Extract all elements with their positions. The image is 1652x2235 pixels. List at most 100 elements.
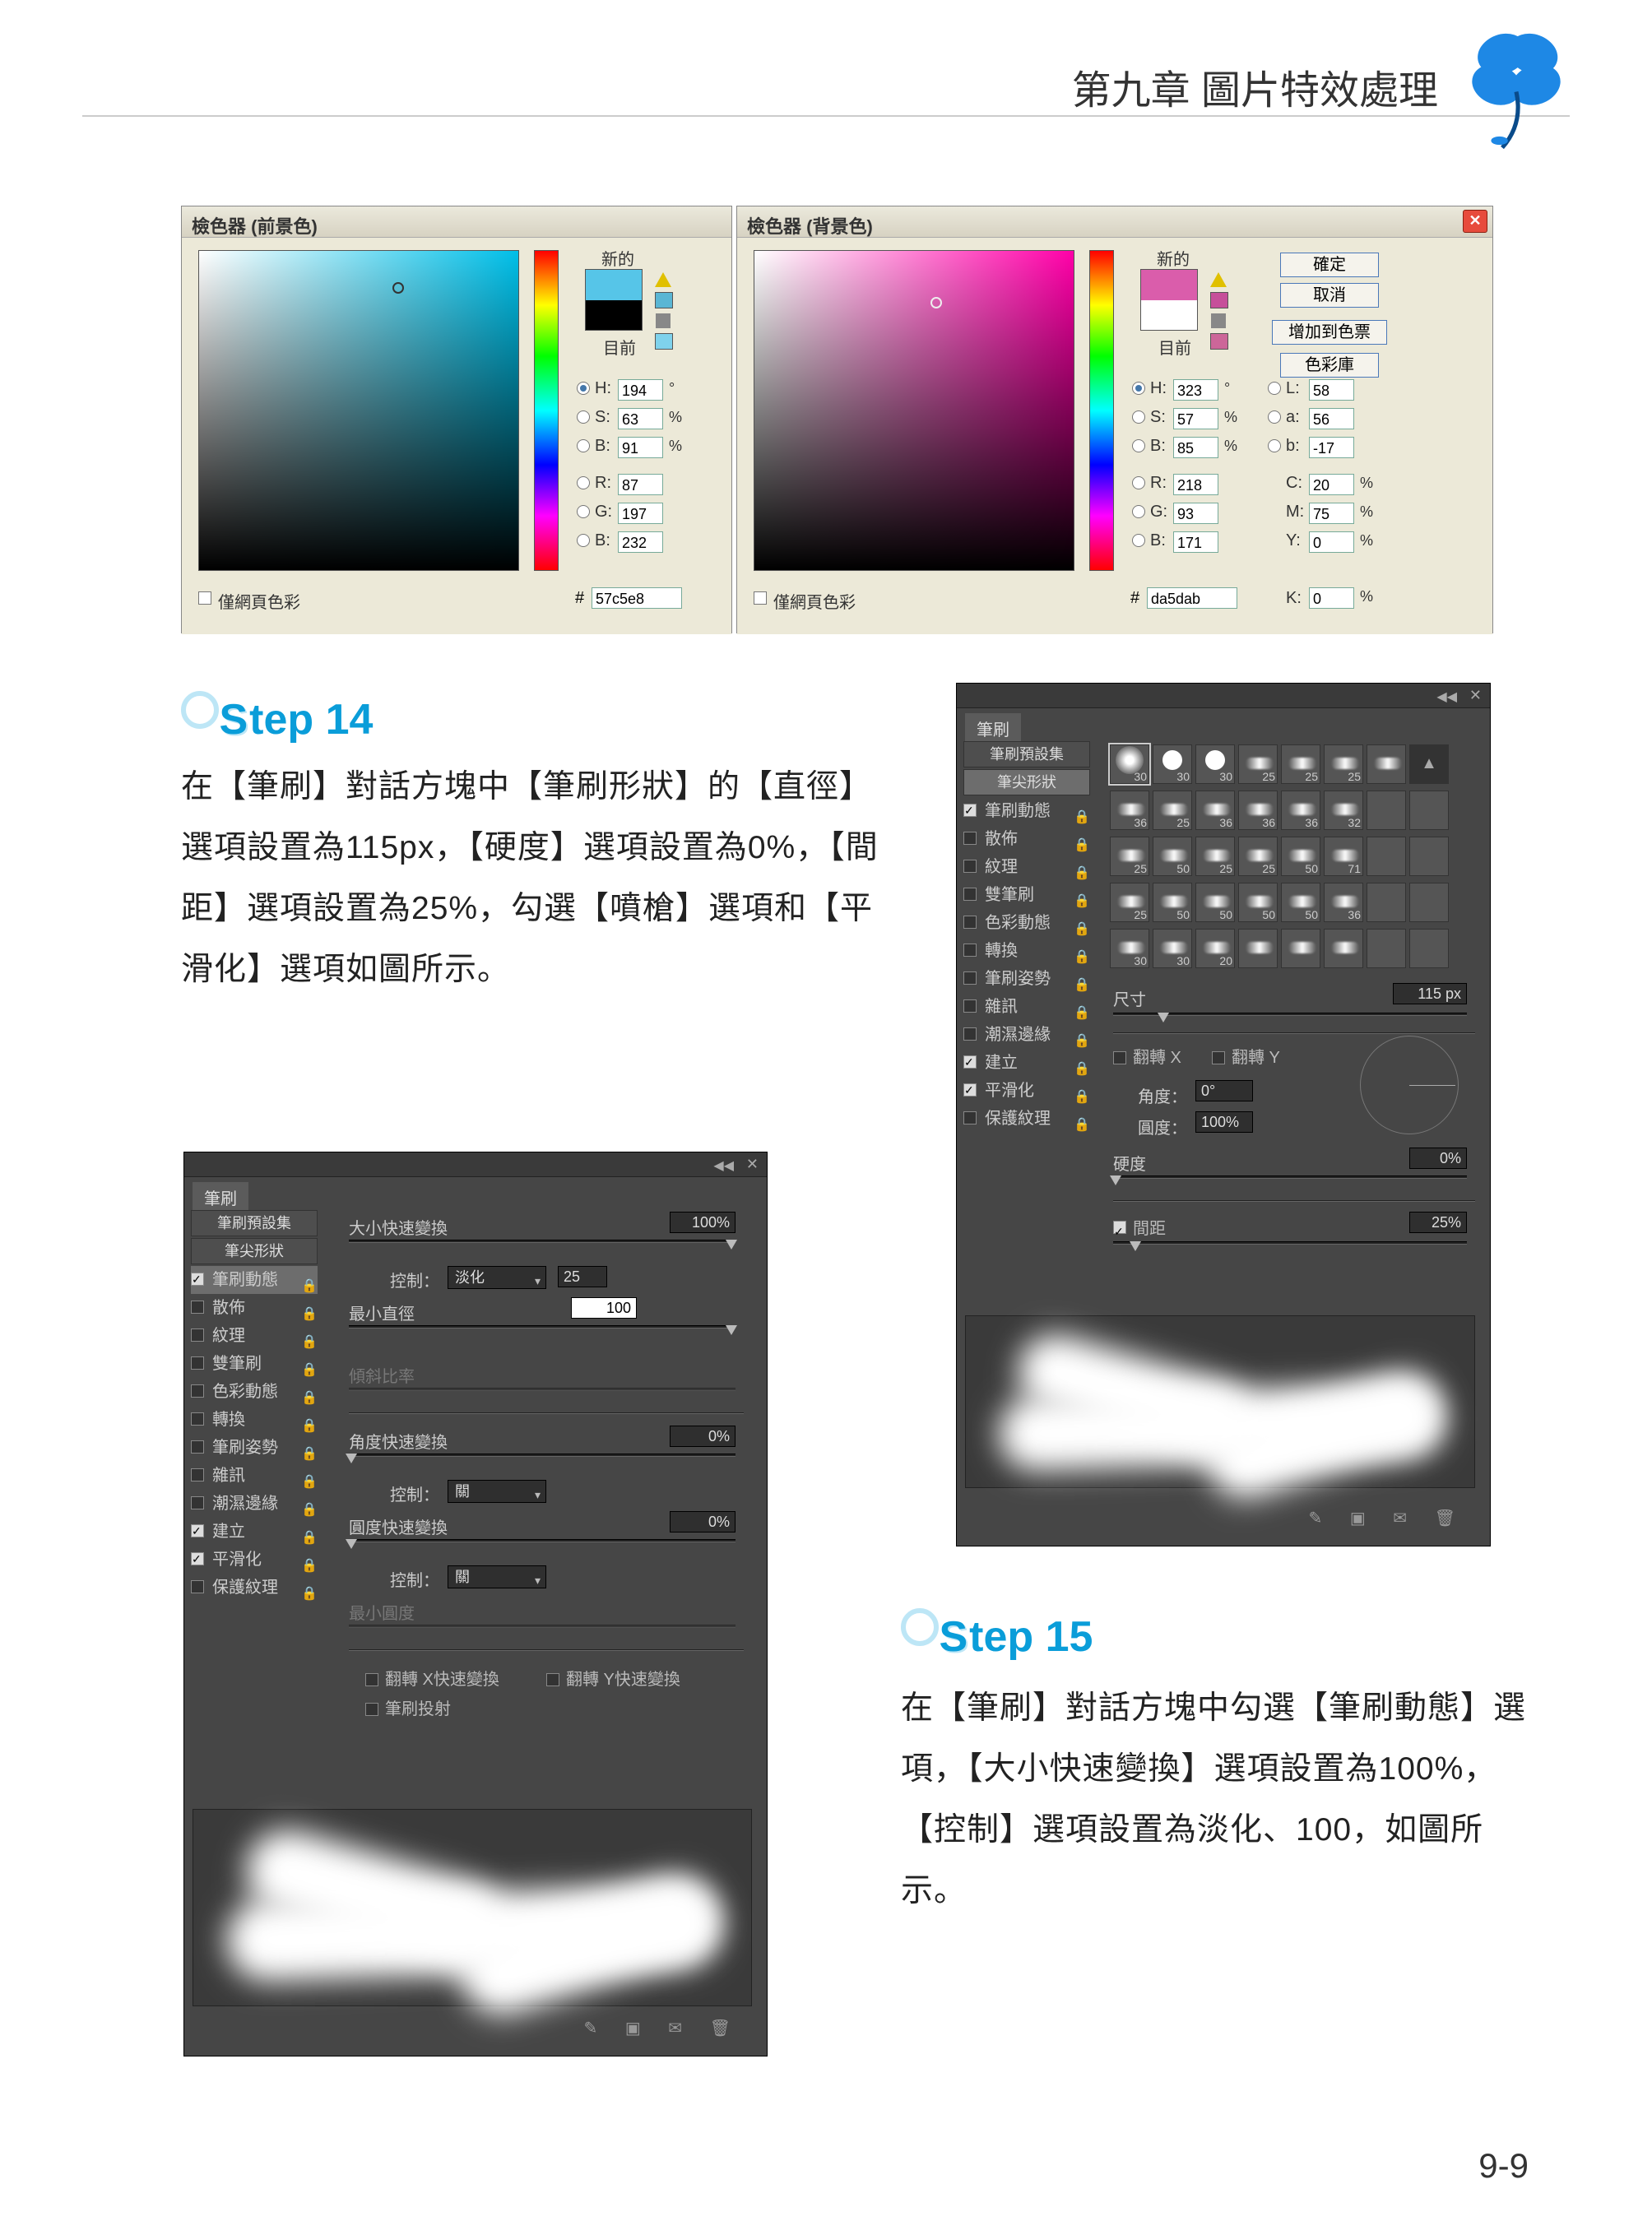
- bg-radio-h[interactable]: [1132, 382, 1145, 395]
- brush-b-option-10-checkbox[interactable]: [191, 1552, 204, 1565]
- brush-b-sizejitter-thumb[interactable]: [726, 1240, 737, 1250]
- brush-a-presets-button[interactable]: 筆刷預設集: [963, 741, 1090, 767]
- brush-b-close-icon[interactable]: ✕: [746, 1156, 759, 1173]
- bg-b-input[interactable]: 85: [1173, 437, 1218, 458]
- brush-b-option-11-checkbox[interactable]: [191, 1580, 204, 1593]
- brush-b-option-8-checkbox[interactable]: [191, 1496, 204, 1509]
- fg-radio-s[interactable]: [577, 410, 590, 424]
- bg-gamut-warning-icon[interactable]: [1210, 272, 1227, 287]
- brush-a-thumb-26[interactable]: 50: [1195, 883, 1235, 922]
- brush-a-thumb-6[interactable]: [1367, 744, 1406, 784]
- brush-a-option-5-checkbox[interactable]: [963, 944, 977, 957]
- bg-y-input[interactable]: 0: [1309, 531, 1354, 553]
- brush-a-thumb-22[interactable]: [1367, 837, 1406, 876]
- brush-a-thumb-36[interactable]: [1281, 929, 1320, 968]
- brush-b-anglejitter-thumb[interactable]: [346, 1454, 357, 1463]
- bg-c-input[interactable]: 20: [1309, 474, 1354, 495]
- brush-a-thumb-33[interactable]: 30: [1153, 929, 1192, 968]
- brush-a-spacing-slider[interactable]: [1113, 1241, 1467, 1245]
- brush-b-sizejitter-slider[interactable]: [349, 1240, 736, 1243]
- brush-a-thumb-21[interactable]: 71: [1324, 837, 1363, 876]
- brush-a-thumb-3[interactable]: 25: [1238, 744, 1278, 784]
- bg-m-input[interactable]: 75: [1309, 503, 1354, 524]
- brush-a-option-9-checkbox[interactable]: [963, 1055, 977, 1069]
- fg-radio-g[interactable]: [577, 505, 590, 518]
- bg-radio-r[interactable]: [1132, 476, 1145, 489]
- fg-dialog-titlebar[interactable]: 檢色器 (前景色): [182, 206, 731, 238]
- brush-a-angle-dial[interactable]: [1360, 1036, 1459, 1134]
- brush-a-thumb-30[interactable]: [1367, 883, 1406, 922]
- bg-radio-g[interactable]: [1132, 505, 1145, 518]
- fg-radio-h[interactable]: [577, 382, 590, 395]
- brush-a-close-icon[interactable]: ✕: [1469, 687, 1482, 704]
- brush-a-size-thumb[interactable]: [1158, 1013, 1169, 1022]
- brush-a-header[interactable]: ◀◀ ✕: [957, 684, 1490, 708]
- brush-a-option-10-lock-icon[interactable]: 🔒: [1074, 1083, 1087, 1097]
- brush-a-thumb-32[interactable]: 30: [1110, 929, 1149, 968]
- brush-a-option-2-checkbox[interactable]: [963, 860, 977, 873]
- brush-b-option-2-checkbox[interactable]: [191, 1328, 204, 1342]
- brush-a-option-11-checkbox[interactable]: [963, 1111, 977, 1124]
- brush-a-option-8[interactable]: 潮濕邊緣🔒: [963, 1021, 1090, 1049]
- brush-a-thumb-14[interactable]: [1367, 791, 1406, 830]
- brush-b-option-7-checkbox[interactable]: [191, 1468, 204, 1481]
- bg-r-input[interactable]: 218: [1173, 474, 1218, 495]
- bg-hue-slider[interactable]: [1089, 250, 1114, 571]
- brush-b-tipshape-button[interactable]: 筆尖形狀: [191, 1238, 318, 1264]
- brush-a-tipshape-button[interactable]: 筆尖形狀: [963, 769, 1090, 795]
- brush-b-control2-select[interactable]: 關: [448, 1480, 546, 1503]
- bg-radio-l[interactable]: [1268, 382, 1281, 395]
- brush-b-option-1-checkbox[interactable]: [191, 1301, 204, 1314]
- brush-a-option-5[interactable]: 轉換🔒: [963, 937, 1090, 965]
- fg-g-input[interactable]: 197: [618, 503, 663, 524]
- brush-b-option-10[interactable]: 平滑化🔒: [191, 1546, 318, 1574]
- brush-a-thumb-23[interactable]: [1409, 837, 1449, 876]
- brush-b-presets-button[interactable]: 筆刷預設集: [191, 1210, 318, 1236]
- brush-b-option-11[interactable]: 保護紋理🔒: [191, 1574, 318, 1602]
- bg-dialog-titlebar[interactable]: 檢色器 (背景色) ✕: [737, 206, 1492, 238]
- brush-a-thumb-15[interactable]: [1409, 791, 1449, 830]
- brush-a-option-1-checkbox[interactable]: [963, 832, 977, 845]
- brush-a-thumb-17[interactable]: 50: [1153, 837, 1192, 876]
- bg-k-input[interactable]: 0: [1309, 587, 1354, 609]
- fg-s-input[interactable]: 63: [618, 408, 663, 429]
- brush-a-hard-slider[interactable]: [1113, 1175, 1467, 1179]
- brush-a-thumb-39[interactable]: [1409, 929, 1449, 968]
- brush-a-thumb-29[interactable]: 36: [1324, 883, 1363, 922]
- brush-b-option-1-lock-icon[interactable]: 🔒: [301, 1301, 314, 1314]
- fg-gamut-swatch[interactable]: [655, 292, 673, 308]
- brush-b-control1-steps[interactable]: 25: [558, 1266, 607, 1287]
- brush-a-thumb-27[interactable]: 50: [1238, 883, 1278, 922]
- brush-b-brushproj-checkbox[interactable]: 筆刷投射: [365, 1695, 451, 1719]
- bg-ok-button[interactable]: 確定: [1280, 253, 1379, 277]
- brush-b-roundjitter-slider[interactable]: [349, 1539, 736, 1542]
- brush-b-mindiam-slider[interactable]: [349, 1325, 736, 1328]
- brush-a-option-0-checkbox[interactable]: [963, 804, 977, 817]
- bg-radio-b2[interactable]: [1132, 534, 1145, 547]
- brush-a-option-6[interactable]: 筆刷姿勢🔒: [963, 965, 1090, 993]
- brush-a-thumb-38[interactable]: [1367, 929, 1406, 968]
- brush-a-thumb-34[interactable]: 20: [1195, 929, 1235, 968]
- brush-b-option-3-lock-icon[interactable]: 🔒: [301, 1356, 314, 1370]
- brush-a-option-2-lock-icon[interactable]: 🔒: [1074, 860, 1087, 873]
- fg-radio-b2[interactable]: [577, 534, 590, 547]
- brush-b-option-4-lock-icon[interactable]: 🔒: [301, 1384, 314, 1398]
- bg-g-input[interactable]: 93: [1173, 503, 1218, 524]
- fg-webonly-checkbox[interactable]: [198, 591, 211, 605]
- brush-a-thumb-5[interactable]: 25: [1324, 744, 1363, 784]
- bg-sv-marker[interactable]: [930, 297, 942, 308]
- brush-a-thumb-0[interactable]: 30: [1110, 744, 1149, 784]
- fg-websafe-swatch[interactable]: [655, 333, 673, 350]
- brush-a-hard-thumb[interactable]: [1110, 1175, 1121, 1185]
- brush-a-option-6-checkbox[interactable]: [963, 971, 977, 985]
- brush-b-option-4-checkbox[interactable]: [191, 1384, 204, 1398]
- brush-a-option-1-lock-icon[interactable]: 🔒: [1074, 832, 1087, 845]
- brush-a-option-6-lock-icon[interactable]: 🔒: [1074, 971, 1087, 985]
- brush-b-option-6-checkbox[interactable]: [191, 1440, 204, 1454]
- brush-a-option-9-lock-icon[interactable]: 🔒: [1074, 1055, 1087, 1069]
- brush-a-option-3-checkbox[interactable]: [963, 888, 977, 901]
- bg-radio-blab[interactable]: [1268, 439, 1281, 452]
- brush-b-option-5-lock-icon[interactable]: 🔒: [301, 1412, 314, 1426]
- brush-b-mindiam-input[interactable]: 100: [571, 1297, 637, 1319]
- brush-a-thumb-11[interactable]: 36: [1238, 791, 1278, 830]
